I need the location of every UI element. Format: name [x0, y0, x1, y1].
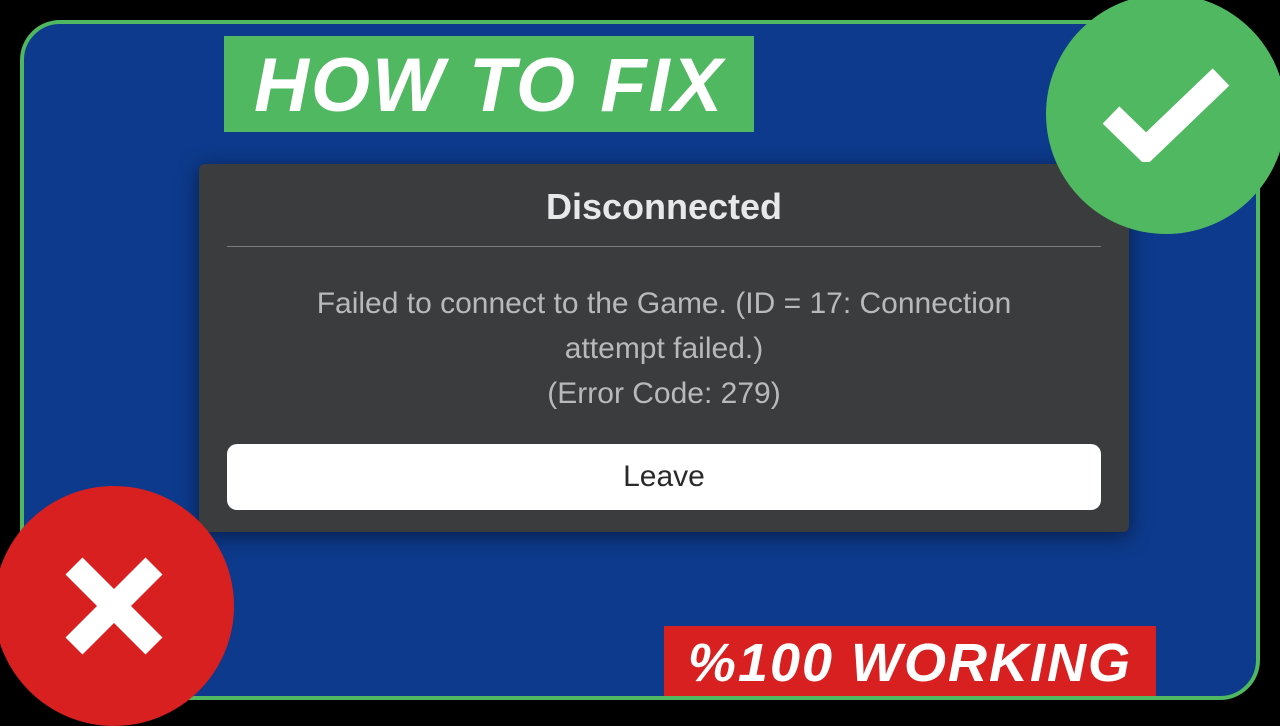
thumbnail-frame: HOW TO FIX Disconnected Failed to connec…: [20, 20, 1260, 700]
check-badge: [1046, 0, 1280, 234]
dialog-message-line-2: attempt failed.): [247, 326, 1081, 371]
check-icon: [1101, 67, 1231, 162]
dialog-message-line-1: Failed to connect to the Game. (ID = 17:…: [247, 281, 1081, 326]
cross-icon: [59, 551, 169, 661]
disconnected-dialog: Disconnected Failed to connect to the Ga…: [199, 164, 1129, 532]
working-banner: %100 WORKING: [664, 626, 1156, 696]
dialog-message-line-3: (Error Code: 279): [247, 371, 1081, 416]
cross-badge: [0, 486, 234, 726]
title-text: HOW TO FIX: [254, 48, 724, 124]
working-text: %100 WORKING: [688, 636, 1132, 690]
dialog-title: Disconnected: [227, 186, 1101, 247]
title-banner: HOW TO FIX: [224, 36, 754, 132]
dialog-message: Failed to connect to the Game. (ID = 17:…: [227, 247, 1101, 444]
leave-button[interactable]: Leave: [227, 444, 1101, 510]
